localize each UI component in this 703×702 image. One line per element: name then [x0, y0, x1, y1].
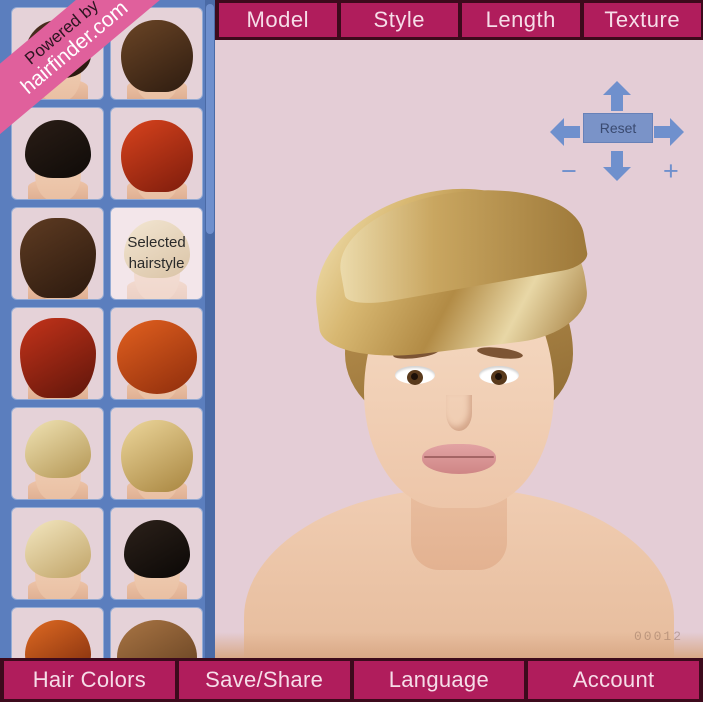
- thumb-hair: [24, 520, 91, 578]
- model-lips: [422, 444, 496, 474]
- thumbnail-grid: Selected hairstyle: [8, 8, 208, 660]
- thumb-hair: [19, 218, 96, 298]
- hairstyle-thumbnail-3[interactable]: [12, 108, 103, 199]
- thumb-hair: [24, 120, 91, 178]
- thumb-hair: [120, 420, 193, 492]
- thumb-hair: [24, 620, 91, 660]
- thumb-hair: [116, 620, 197, 660]
- model-iris-right: [491, 370, 507, 385]
- reset-button[interactable]: Reset: [583, 113, 653, 143]
- hairstyle-thumbnail-5[interactable]: [12, 208, 103, 299]
- language-button[interactable]: Language: [353, 661, 525, 699]
- hairstyle-thumbnail-1[interactable]: [12, 8, 103, 99]
- thumb-hair: [123, 520, 190, 578]
- top-tab-bar: Model Style Length Texture: [215, 0, 703, 40]
- model-eye-right: [479, 366, 519, 385]
- arrow-up-icon[interactable]: [601, 80, 633, 112]
- account-button[interactable]: Account: [528, 661, 699, 699]
- sidebar-scrollbar-thumb[interactable]: [206, 4, 214, 234]
- model-preview-canvas[interactable]: 00012 Reset − +: [215, 40, 703, 658]
- thumb-hair: [19, 318, 96, 398]
- thumb-hair: [24, 20, 91, 78]
- hairstyle-app-window: Selected hairstyle Powered by hairfinder…: [0, 0, 703, 702]
- thumb-hair: [120, 20, 193, 92]
- model-bottom-fade: [215, 632, 703, 658]
- model-lip-line: [424, 456, 494, 458]
- hairstyle-thumbnail-sidebar[interactable]: Selected hairstyle: [0, 0, 215, 660]
- hairstyle-thumbnail-9[interactable]: [12, 408, 103, 499]
- hairstyle-thumbnail-13[interactable]: [12, 608, 103, 660]
- tab-model[interactable]: Model: [219, 3, 337, 37]
- thumb-hair: [116, 320, 197, 394]
- zoom-out-button[interactable]: −: [561, 158, 577, 185]
- hairstyle-thumbnail-4[interactable]: [111, 108, 202, 199]
- thumb-hair: [120, 120, 193, 192]
- tab-style[interactable]: Style: [340, 3, 458, 37]
- zoom-in-button[interactable]: +: [663, 158, 679, 185]
- hairstyle-thumbnail-12[interactable]: [111, 508, 202, 599]
- hairstyle-thumbnail-14[interactable]: [111, 608, 202, 660]
- model-iris-left: [407, 370, 423, 385]
- model-nose: [446, 395, 472, 431]
- bottom-button-bar: Hair Colors Save/Share Language Account: [0, 658, 703, 702]
- save-share-button[interactable]: Save/Share: [178, 661, 350, 699]
- viewer-navigation-controls: Reset − +: [549, 80, 685, 185]
- tab-length[interactable]: Length: [462, 3, 580, 37]
- arrow-down-icon[interactable]: [601, 150, 633, 182]
- selected-label-line1: Selected: [127, 234, 186, 252]
- arrow-left-icon[interactable]: [549, 116, 581, 148]
- hairstyle-thumbnail-11[interactable]: [12, 508, 103, 599]
- model-eye-left: [395, 366, 435, 385]
- hairstyle-thumbnail-10[interactable]: [111, 408, 202, 499]
- hairstyle-thumbnail-7[interactable]: [12, 308, 103, 399]
- hair-colors-button[interactable]: Hair Colors: [4, 661, 175, 699]
- selected-hairstyle-overlay: Selected hairstyle: [111, 208, 202, 299]
- hairstyle-thumbnail-8[interactable]: [111, 308, 202, 399]
- arrow-right-icon[interactable]: [653, 116, 685, 148]
- hairstyle-thumbnail-selected[interactable]: Selected hairstyle: [111, 208, 202, 299]
- thumb-hair: [24, 420, 91, 478]
- hairstyle-thumbnail-2[interactable]: [111, 8, 202, 99]
- sidebar-scrollbar[interactable]: [205, 0, 215, 660]
- selected-label-line2: hairstyle: [128, 254, 185, 272]
- tab-texture[interactable]: Texture: [583, 3, 701, 37]
